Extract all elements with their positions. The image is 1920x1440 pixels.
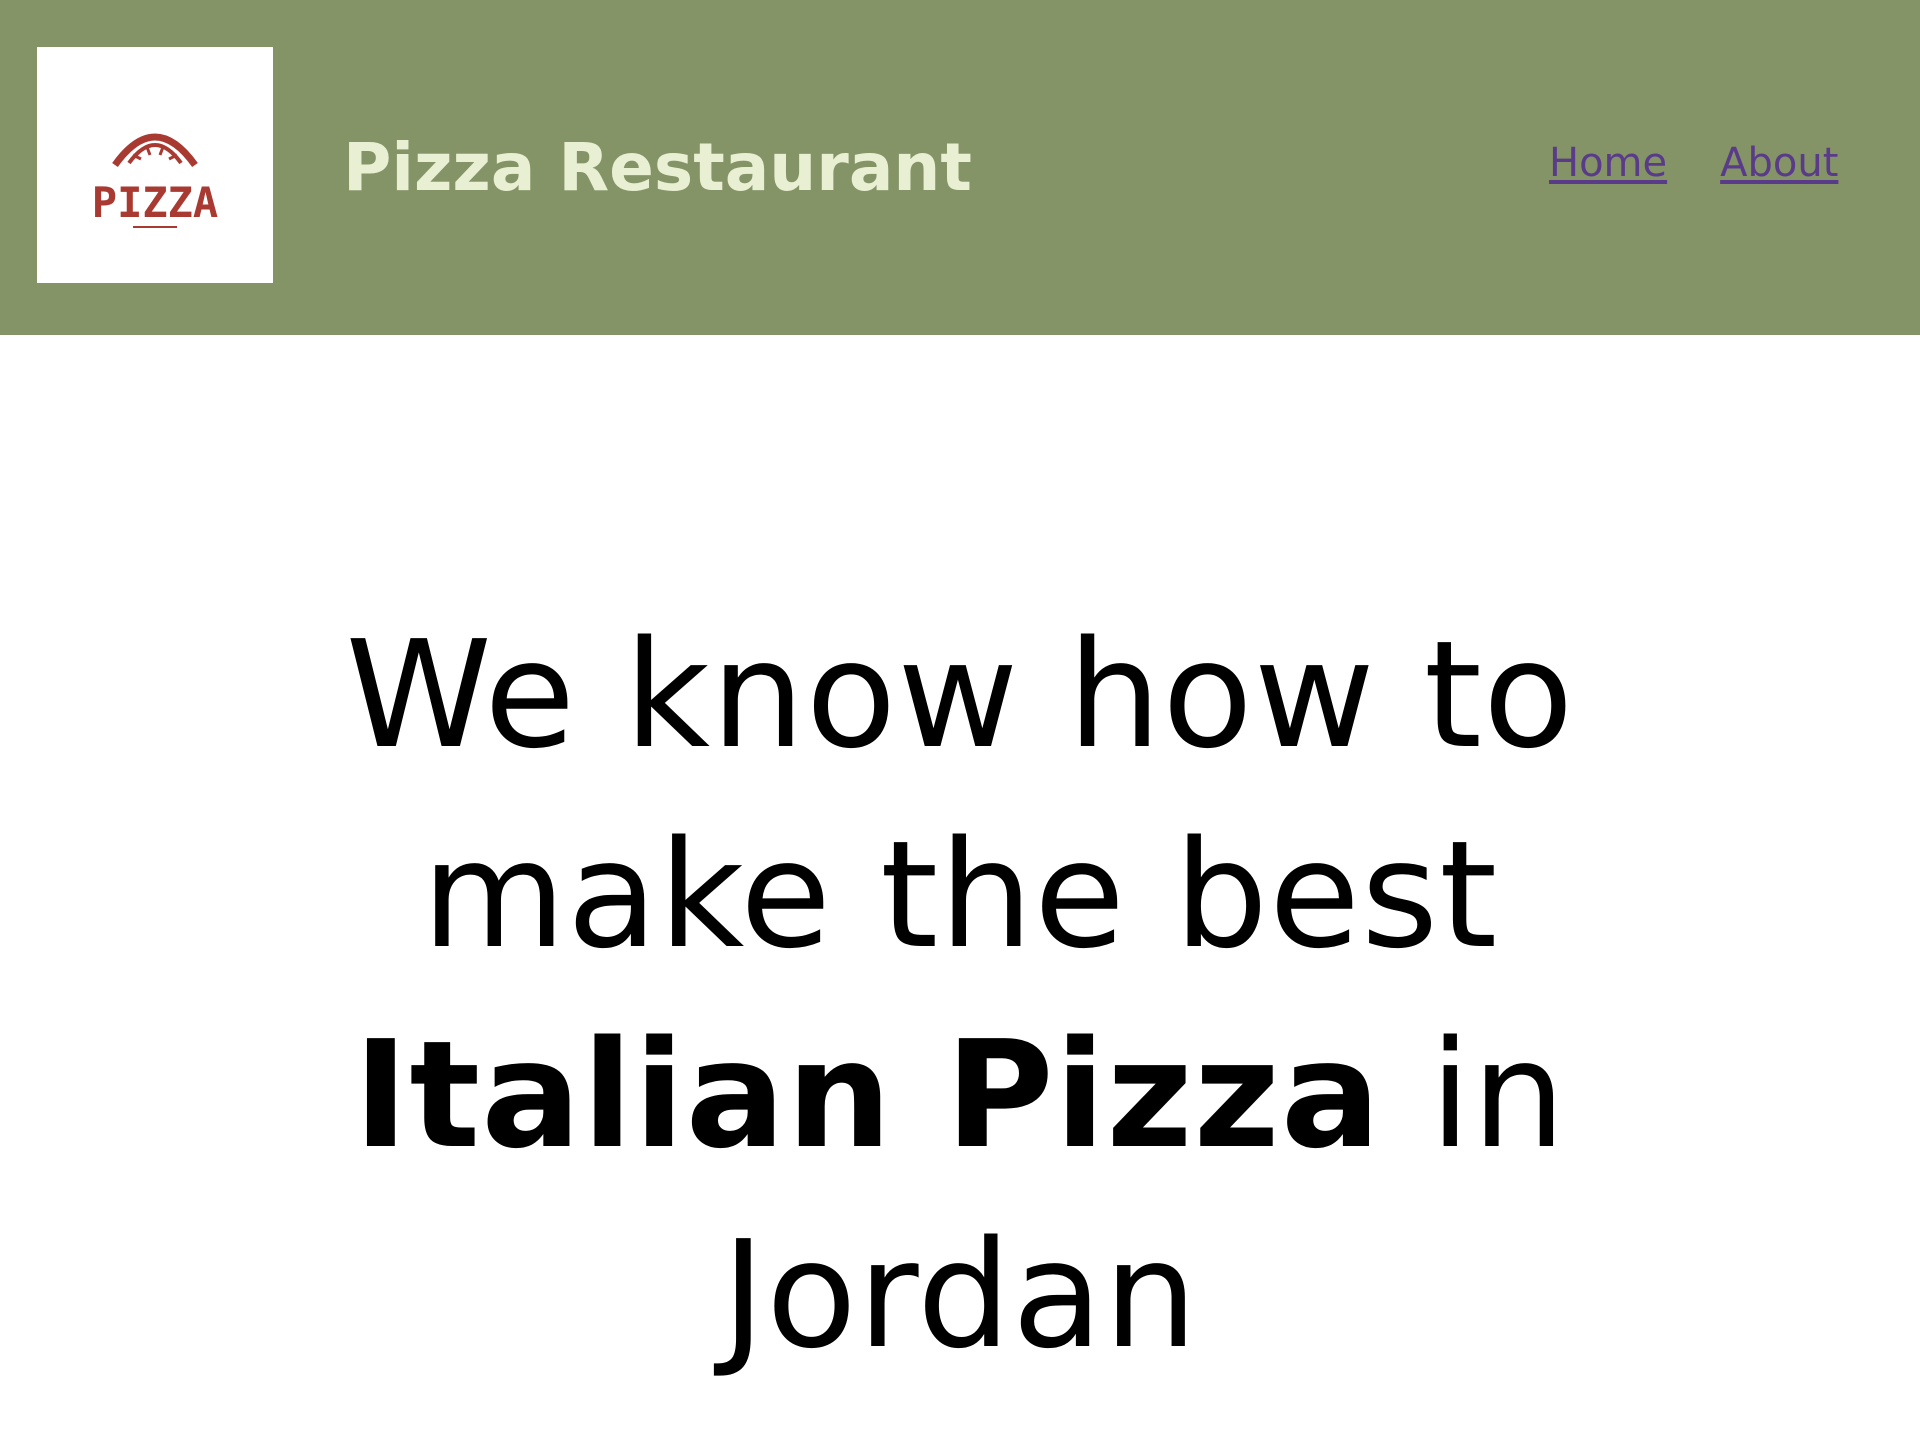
hero-line-1: We know how to — [345, 609, 1575, 781]
hero-line-4: Jordan — [721, 1209, 1199, 1381]
logo[interactable]: PIZZA — [37, 47, 273, 283]
main-nav: Home About — [1549, 138, 1891, 198]
nav-link-about[interactable]: About — [1720, 138, 1838, 188]
nav-link-home[interactable]: Home — [1549, 138, 1667, 188]
logo-text: PIZZA — [92, 178, 218, 227]
hero-line-2: make the best — [421, 809, 1499, 981]
pizza-logo-icon: PIZZA — [92, 133, 218, 228]
hero-emphasis: Italian Pizza — [353, 1009, 1382, 1181]
site-header: PIZZA Pizza Restaurant Home About — [0, 0, 1920, 335]
hero-line-3-suffix: in — [1381, 1009, 1567, 1181]
brand-name: Pizza Restaurant — [343, 129, 972, 206]
hero-headline: We know how to make the best Italian Piz… — [200, 595, 1720, 1395]
